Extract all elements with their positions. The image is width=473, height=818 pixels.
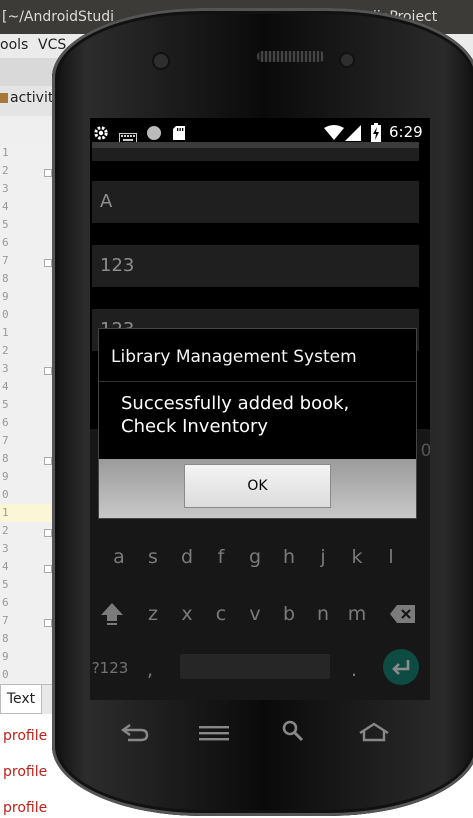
fold-marker[interactable] [44, 169, 52, 177]
console-line: profile [3, 800, 48, 816]
line-number: 3 [2, 542, 9, 555]
line-number: 3 [2, 362, 9, 375]
fold-marker[interactable] [44, 367, 52, 375]
line-number: 8 [2, 452, 9, 465]
back-icon[interactable] [120, 722, 150, 746]
line-number: 0 [2, 668, 9, 681]
line-number: 9 [2, 650, 9, 663]
line-number: 0 [2, 488, 9, 501]
light-sensor [154, 54, 168, 68]
line-number: 5 [2, 398, 9, 411]
dialog-title: Library Management System [111, 347, 357, 367]
fold-marker[interactable] [44, 259, 52, 267]
line-number: 1 [2, 326, 9, 339]
navigation-bar [60, 714, 420, 764]
line-number: 4 [2, 560, 9, 573]
line-number: 1 [2, 146, 9, 159]
menu-icon[interactable] [199, 726, 229, 746]
fold-marker[interactable] [44, 619, 52, 627]
alert-dialog: Library Management System Successfully a… [98, 328, 417, 519]
line-number: 6 [2, 416, 9, 429]
line-number: 7 [2, 254, 9, 267]
line-number: 8 [2, 632, 9, 645]
menu-tools[interactable]: ools [0, 37, 28, 53]
fold-marker[interactable] [44, 529, 52, 537]
file-icon [0, 93, 8, 103]
line-number: 2 [2, 524, 9, 537]
line-number: 4 [2, 380, 9, 393]
home-icon[interactable] [358, 722, 390, 746]
console-line: profile [3, 764, 48, 780]
device-screen: 6:29 A 123 123 1234567890 asdfghjkl zxcv… [90, 118, 430, 700]
console-line: profile [3, 728, 48, 744]
line-number: 0 [2, 308, 9, 321]
file-tab-label: activit [10, 90, 54, 106]
line-number: 7 [2, 434, 9, 447]
line-number: 5 [2, 578, 9, 591]
line-number: 9 [2, 290, 9, 303]
front-camera [341, 54, 353, 66]
menu-vcs[interactable]: VCS [38, 37, 66, 53]
dialog-button-bar: OK [99, 459, 416, 518]
line-number: 5 [2, 218, 9, 231]
search-icon[interactable] [282, 720, 304, 746]
line-number: 9 [2, 470, 9, 483]
dialog-message: Successfully added book, Check Inventory [121, 393, 350, 437]
fold-marker[interactable] [44, 457, 52, 465]
fold-marker[interactable] [44, 565, 52, 573]
line-number: 4 [2, 200, 9, 213]
ok-button[interactable]: OK [184, 464, 331, 508]
status-time: 6:29 [389, 123, 423, 141]
line-number: 6 [2, 596, 9, 609]
line-number: 7 [2, 614, 9, 627]
line-number: 6 [2, 236, 9, 249]
earpiece-speaker [257, 51, 325, 62]
line-number: 3 [2, 182, 9, 195]
line-number: 2 [2, 344, 9, 357]
dialog-divider [99, 381, 416, 382]
tab-text[interactable]: Text [0, 684, 42, 714]
line-number: 1 [2, 506, 9, 519]
line-number: 8 [2, 272, 9, 285]
file-tab-activity[interactable]: activit [0, 90, 53, 106]
line-number: 2 [2, 164, 9, 177]
